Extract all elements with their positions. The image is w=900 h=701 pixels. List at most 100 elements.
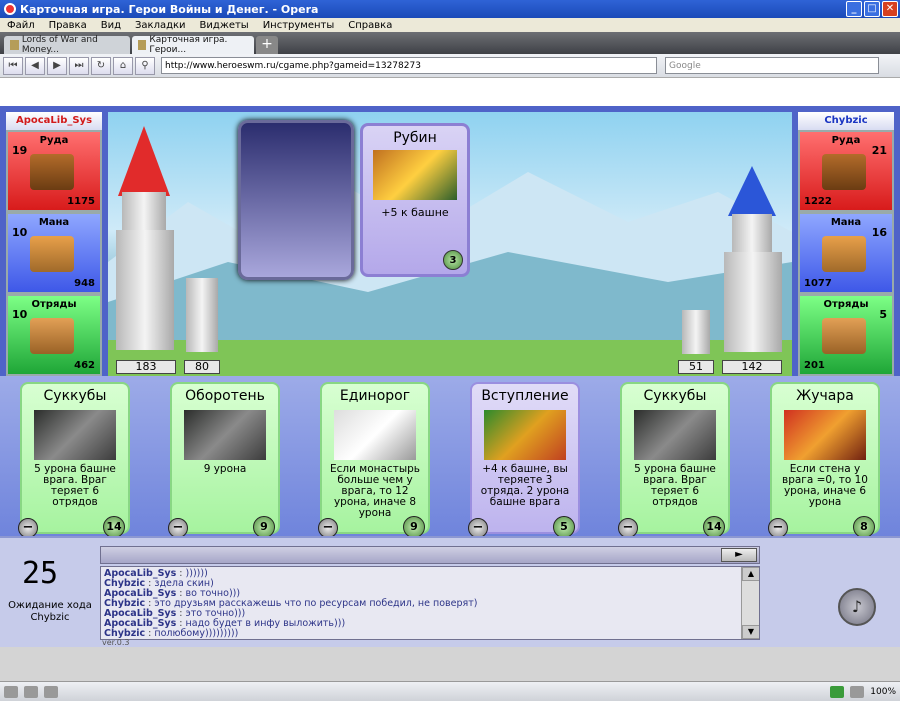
left-tower <box>114 126 176 354</box>
waiting-player: Chybzic <box>30 612 70 623</box>
chat-input[interactable]: ► <box>100 546 760 564</box>
card-name: Жучара <box>796 388 854 404</box>
discard-button[interactable]: − <box>318 518 338 538</box>
zoom-level[interactable]: 100% <box>870 687 896 697</box>
resource-amount: 1077 <box>804 278 832 289</box>
discard-button[interactable]: − <box>768 518 788 538</box>
status-right: 100% <box>830 685 896 698</box>
card-art <box>34 410 116 460</box>
navigation-toolbar: ⏮ ◀ ▶ ⏭ ↻ ⌂ ⚲ http://www.heroeswm.ru/cga… <box>0 54 900 78</box>
card-name: Единорог <box>339 388 411 404</box>
hand-card[interactable]: Жучара Если стена у врага =0, то 10 урон… <box>768 382 880 538</box>
card-cost: 9 <box>403 516 425 538</box>
forward-button[interactable]: ▶ <box>47 56 67 75</box>
hand-card[interactable]: Суккубы 5 урона башне врага. Враг теряет… <box>618 382 730 538</box>
tab-lords-of-war[interactable]: Lords of War and Money... <box>4 35 130 55</box>
discard-button[interactable]: − <box>618 518 638 538</box>
status-bar: 100% <box>0 681 900 701</box>
resource-amount: 462 <box>74 360 95 371</box>
resource-amount: 201 <box>804 360 825 371</box>
right-player-panel: Chybzic Руда 21 1222 Мана 16 1077 Отряды… <box>798 112 894 376</box>
sound-toggle-icon[interactable]: ♪ <box>838 588 876 626</box>
menu-file[interactable]: Файл <box>0 20 42 31</box>
discard-button[interactable]: − <box>168 518 188 538</box>
window-controls: _ □ ✕ <box>846 1 898 17</box>
card-cost: 3 <box>443 250 463 270</box>
url-text: http://www.heroeswm.ru/cgame.php?gameid=… <box>165 60 421 71</box>
card-art <box>334 410 416 460</box>
turbo-icon[interactable] <box>830 685 845 698</box>
menu-edit[interactable]: Правка <box>42 20 94 31</box>
reload-button[interactable]: ↻ <box>91 56 111 75</box>
tab-bar: Lords of War and Money... Карточная игра… <box>0 32 900 55</box>
bottom-panel: 25 Ожидание хода Chybzic ► ApocaLib_Sys … <box>0 536 900 647</box>
discard-button[interactable]: − <box>18 518 38 538</box>
hand-card[interactable]: Оборотень 9 урона − 9 <box>168 382 280 538</box>
hand-card[interactable]: Суккубы 5 урона башне врага. Враг теряет… <box>18 382 130 538</box>
right-tower <box>722 166 784 354</box>
card-art <box>373 150 457 200</box>
fast-forward-button[interactable]: ⏭ <box>69 56 89 75</box>
card-desc: 9 урона <box>203 463 247 475</box>
chat-log: ApocaLib_Sys : )))))) Chybzic : здела ск… <box>100 566 760 640</box>
discard-button[interactable]: − <box>468 518 488 538</box>
menu-view[interactable]: Вид <box>94 20 128 31</box>
page-bottom-blank <box>0 647 900 681</box>
left-ore-panel: Руда 19 1175 <box>6 130 102 212</box>
unite-icon[interactable] <box>44 685 58 698</box>
menu-bookmarks[interactable]: Закладки <box>128 20 193 31</box>
hand-card[interactable]: Вступление +4 к башне, вы теряете 3 отря… <box>468 382 580 538</box>
card-desc: 5 урона башне врага. Враг теряет 6 отряд… <box>34 463 116 508</box>
card-art <box>784 410 866 460</box>
right-wall <box>682 310 710 354</box>
left-wall <box>186 278 218 352</box>
resource-amount: 1175 <box>67 196 95 207</box>
card-cost: 5 <box>553 516 575 538</box>
card-desc: 5 урона башне врага. Враг теряет 6 отряд… <box>634 463 716 508</box>
played-card: Рубин +5 к башне 3 <box>360 123 470 277</box>
card-cost: 9 <box>253 516 275 538</box>
panels-icon[interactable] <box>4 685 18 698</box>
scroll-up-icon[interactable]: ▲ <box>742 567 759 581</box>
menu-widgets[interactable]: Виджеты <box>193 20 256 31</box>
close-button[interactable]: ✕ <box>882 1 898 17</box>
address-field[interactable]: http://www.heroeswm.ru/cgame.php?gameid=… <box>161 57 657 74</box>
waiting-label: Ожидание хода <box>8 600 92 611</box>
menu-help[interactable]: Справка <box>341 20 399 31</box>
search-field[interactable]: Google <box>665 57 879 74</box>
maximize-button[interactable]: □ <box>864 1 880 17</box>
page-top-blank <box>0 78 900 106</box>
tab-card-game[interactable]: Карточная игра. Герои... <box>132 35 254 55</box>
chat-line: Chybzic : полюбому))))))))) <box>104 628 239 639</box>
network-icon[interactable] <box>24 685 38 698</box>
send-button[interactable]: ► <box>721 548 757 562</box>
home-button[interactable]: ⌂ <box>113 56 133 75</box>
new-tab-button[interactable]: + <box>256 36 278 54</box>
left-mana-panel: Мана 10 948 <box>6 212 102 294</box>
chat-text: полюбому))))))))) <box>154 628 239 639</box>
hand-card[interactable]: Единорог Если монастырь больше чем у вра… <box>318 382 430 538</box>
minimize-button[interactable]: _ <box>846 1 862 17</box>
window-title: Карточная игра. Герои Войны и Денег. - O… <box>20 2 319 16</box>
scroll-down-icon[interactable]: ▼ <box>742 625 759 639</box>
mine-icon <box>822 154 866 190</box>
turn-timer: 25 <box>22 556 59 591</box>
version-label: ver.0.3 <box>102 638 130 647</box>
card-desc: Если стена у врага =0, то 10 урона, инач… <box>782 463 868 508</box>
chat-scrollbar[interactable]: ▲ ▼ <box>741 567 759 639</box>
view-icon[interactable] <box>850 685 865 698</box>
card-name: Оборотень <box>185 388 265 404</box>
left-wall-hp: 80 <box>184 360 220 374</box>
wand-button[interactable]: ⚲ <box>135 56 155 75</box>
menu-tools[interactable]: Инструменты <box>256 20 342 31</box>
right-wall-hp: 51 <box>678 360 714 374</box>
opera-logo-icon <box>4 3 16 15</box>
back-button[interactable]: ◀ <box>25 56 45 75</box>
left-tower-hp: 183 <box>116 360 176 374</box>
card-art <box>634 410 716 460</box>
card-art <box>484 410 566 460</box>
back-history-button[interactable]: ⏮ <box>3 56 23 75</box>
monastery-icon <box>30 236 74 272</box>
barracks-icon <box>822 318 866 354</box>
resource-amount: 948 <box>74 278 95 289</box>
